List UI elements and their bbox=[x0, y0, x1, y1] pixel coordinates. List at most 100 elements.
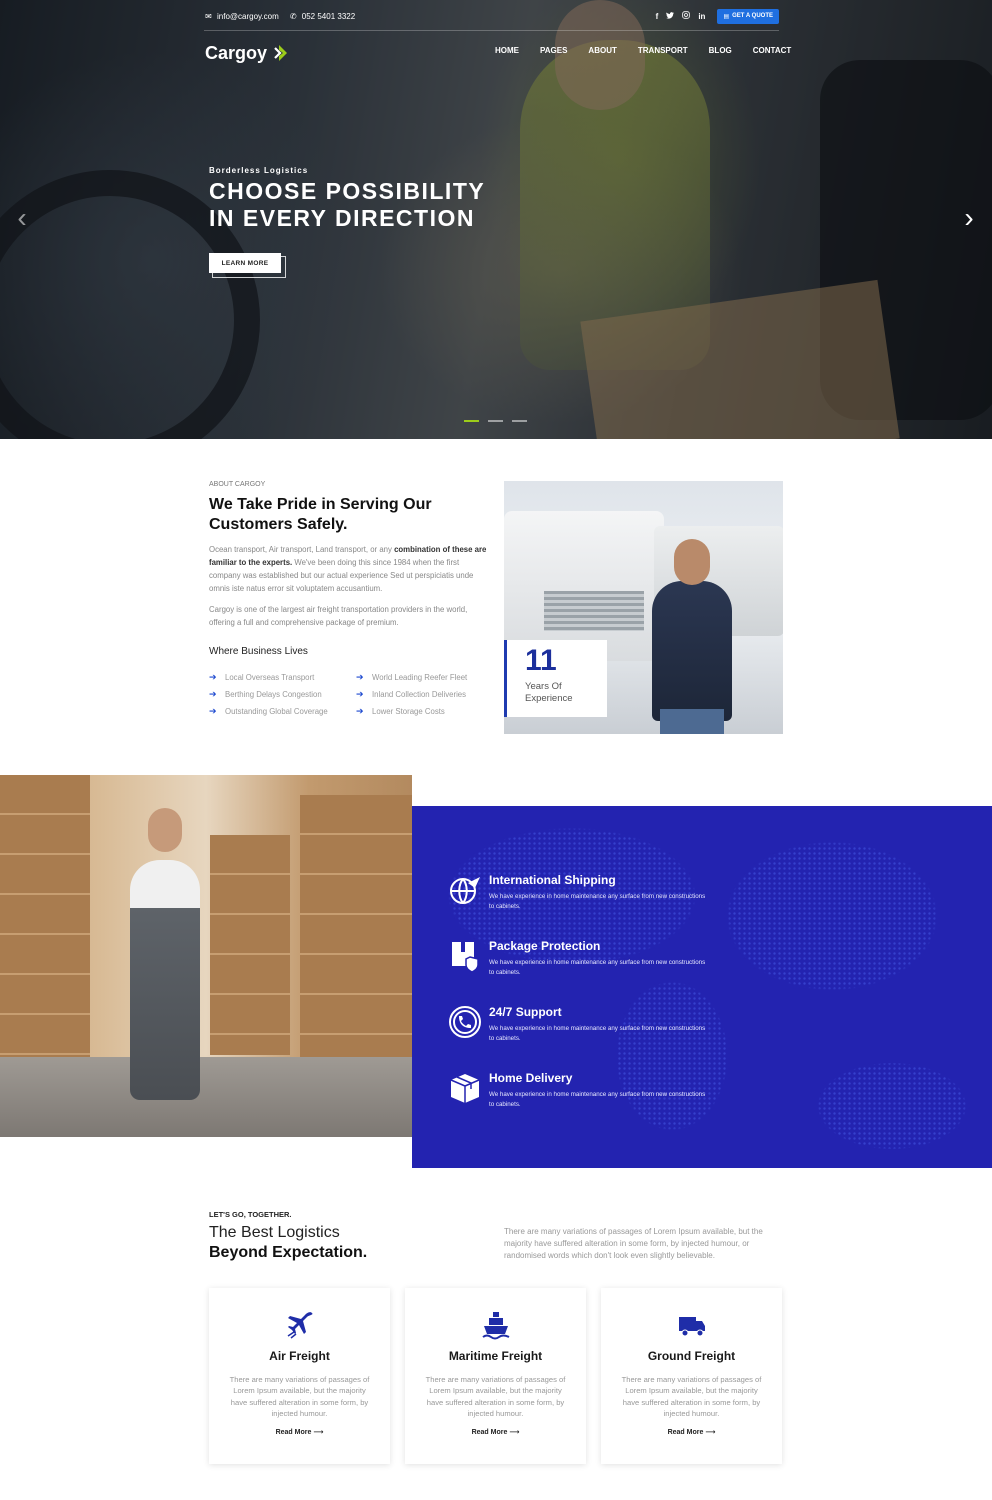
email-contact[interactable]: ✉ info@cargoy.com bbox=[204, 12, 279, 21]
nav-blog[interactable]: BLOG bbox=[709, 46, 732, 55]
feature-desc: We have experience in home maintenance a… bbox=[489, 1025, 706, 1042]
hero-title-line-1: CHOOSE POSSIBILITY bbox=[209, 178, 486, 204]
about-p1-text: Ocean transport, Air transport, Land tra… bbox=[209, 545, 395, 554]
service-card-ground-freight[interactable]: Ground Freight There are many variations… bbox=[601, 1288, 782, 1464]
nav-pages[interactable]: PAGES bbox=[540, 46, 567, 55]
business-title: Where Business Lives bbox=[209, 646, 308, 657]
arrow-right-circle-icon: ➔ bbox=[209, 705, 217, 716]
man-body-shape bbox=[652, 581, 732, 721]
cargoy-logo[interactable]: Cargoy bbox=[205, 40, 288, 66]
nav-transport[interactable]: TRANSPORT bbox=[638, 46, 688, 55]
list-item-label: Local Overseas Transport bbox=[225, 672, 315, 682]
list-item-label: Lower Storage Costs bbox=[372, 706, 445, 716]
feature-desc: We have experience in home maintenance a… bbox=[489, 1091, 706, 1108]
arrow-right-circle-icon: ➔ bbox=[356, 705, 364, 716]
business-list: ➔ Local Overseas Transport ➔ World Leading… bbox=[209, 671, 499, 717]
arrow-right-circle-icon: ➔ bbox=[209, 671, 217, 682]
arrow-right-circle-icon: ➔ bbox=[209, 688, 217, 699]
phone-icon: ✆ bbox=[289, 11, 297, 21]
email-text[interactable]: info@cargoy.com bbox=[217, 12, 279, 21]
list-item-label: Inland Collection Deliveries bbox=[372, 689, 467, 699]
man-head-shape bbox=[674, 539, 710, 585]
facebook-icon[interactable]: f bbox=[656, 12, 659, 21]
truck-shape bbox=[504, 511, 664, 661]
card-title: Air Freight bbox=[269, 1349, 330, 1363]
list-item-label: Berthing Delays Congestion bbox=[225, 689, 322, 699]
list-item-label: World Leading Reefer Fleet bbox=[372, 672, 468, 682]
read-more-link[interactable]: Read More ⟶ bbox=[405, 1428, 586, 1436]
package-shield-icon bbox=[448, 939, 482, 973]
list-item: ➔ Inland Collection Deliveries bbox=[356, 688, 503, 700]
feature-home-delivery: Home Delivery We have experience in home… bbox=[448, 1071, 748, 1121]
read-more-label: Read More bbox=[275, 1429, 312, 1436]
page: ✉ info@cargoy.com ✆ 052 5401 3322 f in ▤… bbox=[0, 0, 992, 1500]
floor-shape bbox=[0, 1057, 412, 1137]
twitter-icon[interactable] bbox=[666, 11, 675, 21]
top-bar: ✉ info@cargoy.com ✆ 052 5401 3322 f in ▤… bbox=[204, 8, 779, 24]
feature-international-shipping: International Shipping We have experienc… bbox=[448, 873, 748, 923]
experience-number: 11 bbox=[525, 644, 557, 677]
service-card-air-freight[interactable]: Air Freight There are many variations of… bbox=[209, 1288, 390, 1464]
hero-slider: ✉ info@cargoy.com ✆ 052 5401 3322 f in ▤… bbox=[0, 0, 992, 439]
airplane-icon bbox=[285, 1310, 315, 1340]
main-nav: HOME PAGES ABOUT TRANSPORT BLOG CONTACT bbox=[495, 46, 791, 55]
read-more-label: Read More bbox=[667, 1429, 704, 1436]
globe-plane-icon bbox=[448, 873, 482, 907]
arrow-right-icon: ⟶ bbox=[705, 1429, 716, 1436]
warehouse-image bbox=[0, 775, 412, 1137]
top-divider bbox=[204, 30, 779, 31]
phone-support-icon bbox=[448, 1005, 482, 1039]
logistics-paragraph: There are many variations of passages of… bbox=[504, 1227, 763, 1260]
service-card-maritime-freight[interactable]: Maritime Freight There are many variatio… bbox=[405, 1288, 586, 1464]
logistics-title-line-1: The Best Logistics bbox=[209, 1224, 340, 1241]
list-item: ➔ Local Overseas Transport bbox=[209, 671, 356, 683]
about-title-line-1: We Take Pride in Serving Our bbox=[209, 496, 432, 513]
card-title: Ground Freight bbox=[647, 1349, 736, 1363]
slider-prev-arrow-icon[interactable]: ‹ bbox=[14, 204, 30, 232]
card-desc: There are many variations of passages of… bbox=[425, 1375, 566, 1418]
feature-desc: We have experience in home maintenance a… bbox=[489, 893, 706, 910]
hero-eyebrow: Borderless Logistics bbox=[209, 166, 309, 175]
logo-arrow-icon bbox=[270, 44, 288, 62]
feature-package-protection: Package Protection We have experience in… bbox=[448, 939, 748, 989]
card-desc: There are many variations of passages of… bbox=[229, 1375, 370, 1418]
feature-title: Home Delivery bbox=[489, 1071, 573, 1085]
feature-title: International Shipping bbox=[489, 873, 616, 887]
slider-next-arrow-icon[interactable]: › bbox=[961, 204, 977, 232]
worker-body-shape bbox=[130, 860, 200, 1100]
nav-about[interactable]: ABOUT bbox=[588, 46, 616, 55]
ship-icon bbox=[481, 1310, 511, 1340]
list-item: ➔ Berthing Delays Congestion bbox=[209, 688, 356, 700]
experience-label: Years Of Experience bbox=[525, 681, 573, 704]
logistics-title-line-2: Beyond Expectation. bbox=[209, 1244, 368, 1261]
logistics-eyebrow: LET'S GO, TOGETHER. bbox=[209, 1210, 292, 1219]
about-eyebrow: ABOUT CARGOY bbox=[209, 481, 266, 488]
read-more-link[interactable]: Read More ⟶ bbox=[601, 1428, 782, 1436]
list-item: ➔ Lower Storage Costs bbox=[356, 705, 503, 717]
phone-text[interactable]: 052 5401 3322 bbox=[302, 12, 355, 21]
hero-title-line-2: IN EVERY DIRECTION bbox=[209, 205, 475, 231]
slider-dot-2[interactable] bbox=[488, 420, 503, 422]
learn-more-button[interactable]: LEARN MORE bbox=[209, 253, 286, 278]
feature-desc: We have experience in home maintenance a… bbox=[489, 959, 706, 976]
instagram-icon[interactable] bbox=[682, 11, 691, 21]
slider-dot-3[interactable] bbox=[512, 420, 527, 422]
about-title-line-2: Customers Safely. bbox=[209, 516, 348, 533]
get-a-quote-button[interactable]: ▤ GET A QUOTE bbox=[717, 8, 779, 24]
phone-contact[interactable]: ✆ 052 5401 3322 bbox=[289, 12, 355, 21]
shelf-shape bbox=[300, 795, 412, 1065]
slider-dot-1[interactable] bbox=[464, 420, 479, 422]
card-title: Maritime Freight bbox=[448, 1349, 543, 1363]
nav-home[interactable]: HOME bbox=[495, 46, 519, 55]
about-title: We Take Pride in Serving Our Customers S… bbox=[209, 495, 479, 535]
feature-support: 24/7 Support We have experience in home … bbox=[448, 1005, 748, 1055]
about-paragraph-2: Cargoy is one of the largest air freight… bbox=[209, 605, 468, 627]
nav-contact[interactable]: CONTACT bbox=[753, 46, 792, 55]
feature-title: Package Protection bbox=[489, 939, 601, 953]
card-desc: There are many variations of passages of… bbox=[621, 1375, 762, 1418]
list-item: ➔ Outstanding Global Coverage bbox=[209, 705, 356, 717]
read-more-link[interactable]: Read More ⟶ bbox=[209, 1428, 390, 1436]
linkedin-icon[interactable]: in bbox=[698, 12, 705, 21]
arrow-right-circle-icon: ➔ bbox=[356, 671, 364, 682]
experience-badge: 11 Years Of Experience bbox=[504, 640, 607, 717]
